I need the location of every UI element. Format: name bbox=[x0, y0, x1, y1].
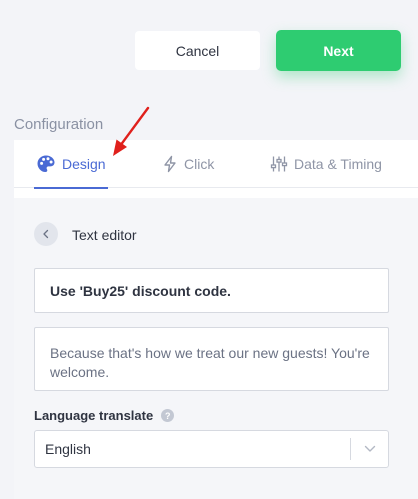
tab-click[interactable]: Click bbox=[162, 140, 214, 188]
cancel-button[interactable]: Cancel bbox=[135, 31, 260, 70]
language-label-text: Language translate bbox=[34, 408, 154, 423]
headline-input[interactable]: Use 'Buy25' discount code. bbox=[34, 268, 389, 313]
tab-click-label: Click bbox=[184, 156, 215, 172]
language-select[interactable]: English bbox=[34, 430, 389, 468]
tab-data-timing[interactable]: Data & Timing bbox=[270, 140, 382, 188]
palette-icon bbox=[36, 154, 56, 174]
config-tabs: Design Click Data & Timing bbox=[14, 140, 418, 189]
help-icon[interactable]: ? bbox=[161, 409, 175, 422]
back-button[interactable] bbox=[34, 222, 58, 246]
chevron-left-icon bbox=[41, 229, 51, 239]
sliders-icon bbox=[270, 155, 288, 173]
language-select-value: English bbox=[45, 441, 91, 457]
text-editor-panel: Text editor Use 'Buy25' discount code. B… bbox=[14, 198, 418, 499]
body-textarea[interactable]: Because that's how we treat our new gues… bbox=[34, 327, 389, 391]
language-label: Language translate ? bbox=[34, 408, 175, 423]
section-title: Configuration bbox=[14, 116, 104, 133]
tab-design[interactable]: Design bbox=[34, 140, 108, 189]
chevron-down-icon[interactable] bbox=[351, 445, 388, 453]
lightning-icon bbox=[162, 155, 178, 173]
configuration-panel: Design Click Data & Timing Text editor U… bbox=[14, 140, 418, 499]
tab-design-label: Design bbox=[62, 156, 106, 172]
tab-data-timing-label: Data & Timing bbox=[294, 156, 382, 172]
editor-title: Text editor bbox=[72, 227, 137, 243]
next-button[interactable]: Next bbox=[276, 30, 401, 71]
